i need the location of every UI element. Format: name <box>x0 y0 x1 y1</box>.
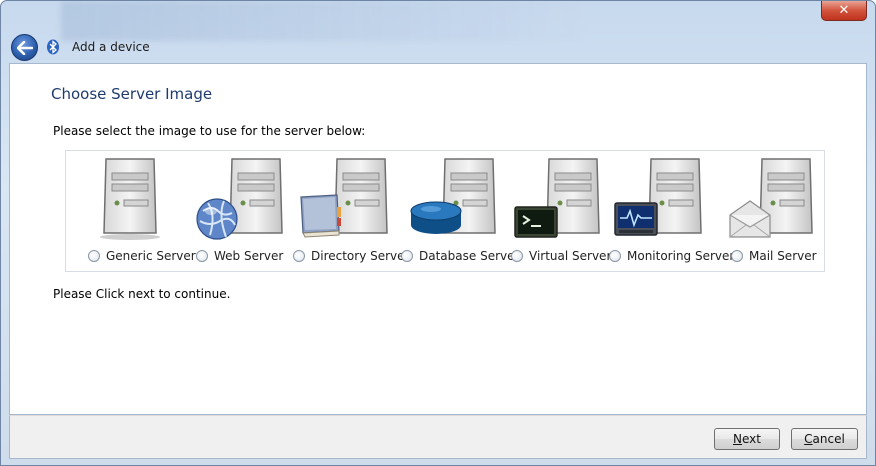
titlebar-background <box>61 1 581 41</box>
database-server-radio[interactable] <box>401 250 413 262</box>
server-option-mail: Mail Server <box>726 151 824 273</box>
bluetooth-device-icon <box>47 39 59 55</box>
web-server-choice[interactable]: Web Server <box>196 249 283 263</box>
monitoring-server-icon <box>614 158 702 236</box>
monitoring-server-label: Monitoring Server <box>627 249 735 263</box>
next-button[interactable]: Next <box>714 428 780 450</box>
monitoring-server-choice[interactable]: Monitoring Server <box>609 249 734 263</box>
database-server-choice[interactable]: Database Server <box>401 249 519 263</box>
directory-server-choice[interactable]: Directory Server <box>293 249 409 263</box>
web-server-radio[interactable] <box>196 250 208 262</box>
web-server-icon <box>196 158 283 240</box>
wizard-window: ✕ Add a device Choose Server Image Pleas… <box>0 0 876 466</box>
cancel-label: ancel <box>812 432 845 446</box>
server-option-virtual: Virtual Server <box>511 151 611 273</box>
generic-server-radio[interactable] <box>88 250 100 262</box>
next-label: ext <box>742 432 761 446</box>
server-option-generic: Generic Server <box>86 151 196 273</box>
server-option-database: Database Server <box>401 151 519 273</box>
virtual-server-radio[interactable] <box>511 250 523 262</box>
generic-server-icon <box>100 158 160 240</box>
server-option-directory: Directory Server <box>293 151 409 273</box>
cancel-button[interactable]: Cancel <box>791 428 858 450</box>
database-server-icon <box>410 158 496 234</box>
mail-server-icon <box>729 158 813 238</box>
mail-server-choice[interactable]: Mail Server <box>731 249 817 263</box>
wizard-footer: Next Cancel <box>9 415 867 459</box>
directory-server-icon <box>300 158 388 238</box>
database-server-label: Database Server <box>419 249 520 263</box>
directory-server-radio[interactable] <box>293 250 305 262</box>
wizard-content: Choose Server Image Please select the im… <box>9 63 867 415</box>
close-icon: ✕ <box>838 3 850 18</box>
server-image-picker: Generic Server Web Server Directory Serv… <box>65 150 825 272</box>
web-server-label: Web Server <box>214 249 284 263</box>
next-accel-letter: N <box>733 432 742 446</box>
mail-server-label: Mail Server <box>749 249 817 263</box>
generic-server-label: Generic Server <box>106 249 196 263</box>
directory-server-label: Directory Server <box>311 249 410 263</box>
cancel-accel-letter: C <box>804 432 813 446</box>
continue-text: Please Click next to continue. <box>53 287 231 301</box>
generic-server-choice[interactable]: Generic Server <box>88 249 196 263</box>
virtual-server-label: Virtual Server <box>529 249 612 263</box>
close-button[interactable]: ✕ <box>821 1 867 21</box>
virtual-server-choice[interactable]: Virtual Server <box>511 249 611 263</box>
back-arrow-icon <box>16 40 33 55</box>
instruction-text: Please select the image to use for the s… <box>53 124 366 138</box>
back-button[interactable] <box>11 34 38 61</box>
mail-server-radio[interactable] <box>731 250 743 262</box>
server-option-monitoring: Monitoring Server <box>603 151 734 273</box>
monitoring-server-radio[interactable] <box>609 250 621 262</box>
server-option-web: Web Server <box>194 151 294 273</box>
wizard-title: Add a device <box>72 40 150 54</box>
page-title: Choose Server Image <box>51 85 213 103</box>
